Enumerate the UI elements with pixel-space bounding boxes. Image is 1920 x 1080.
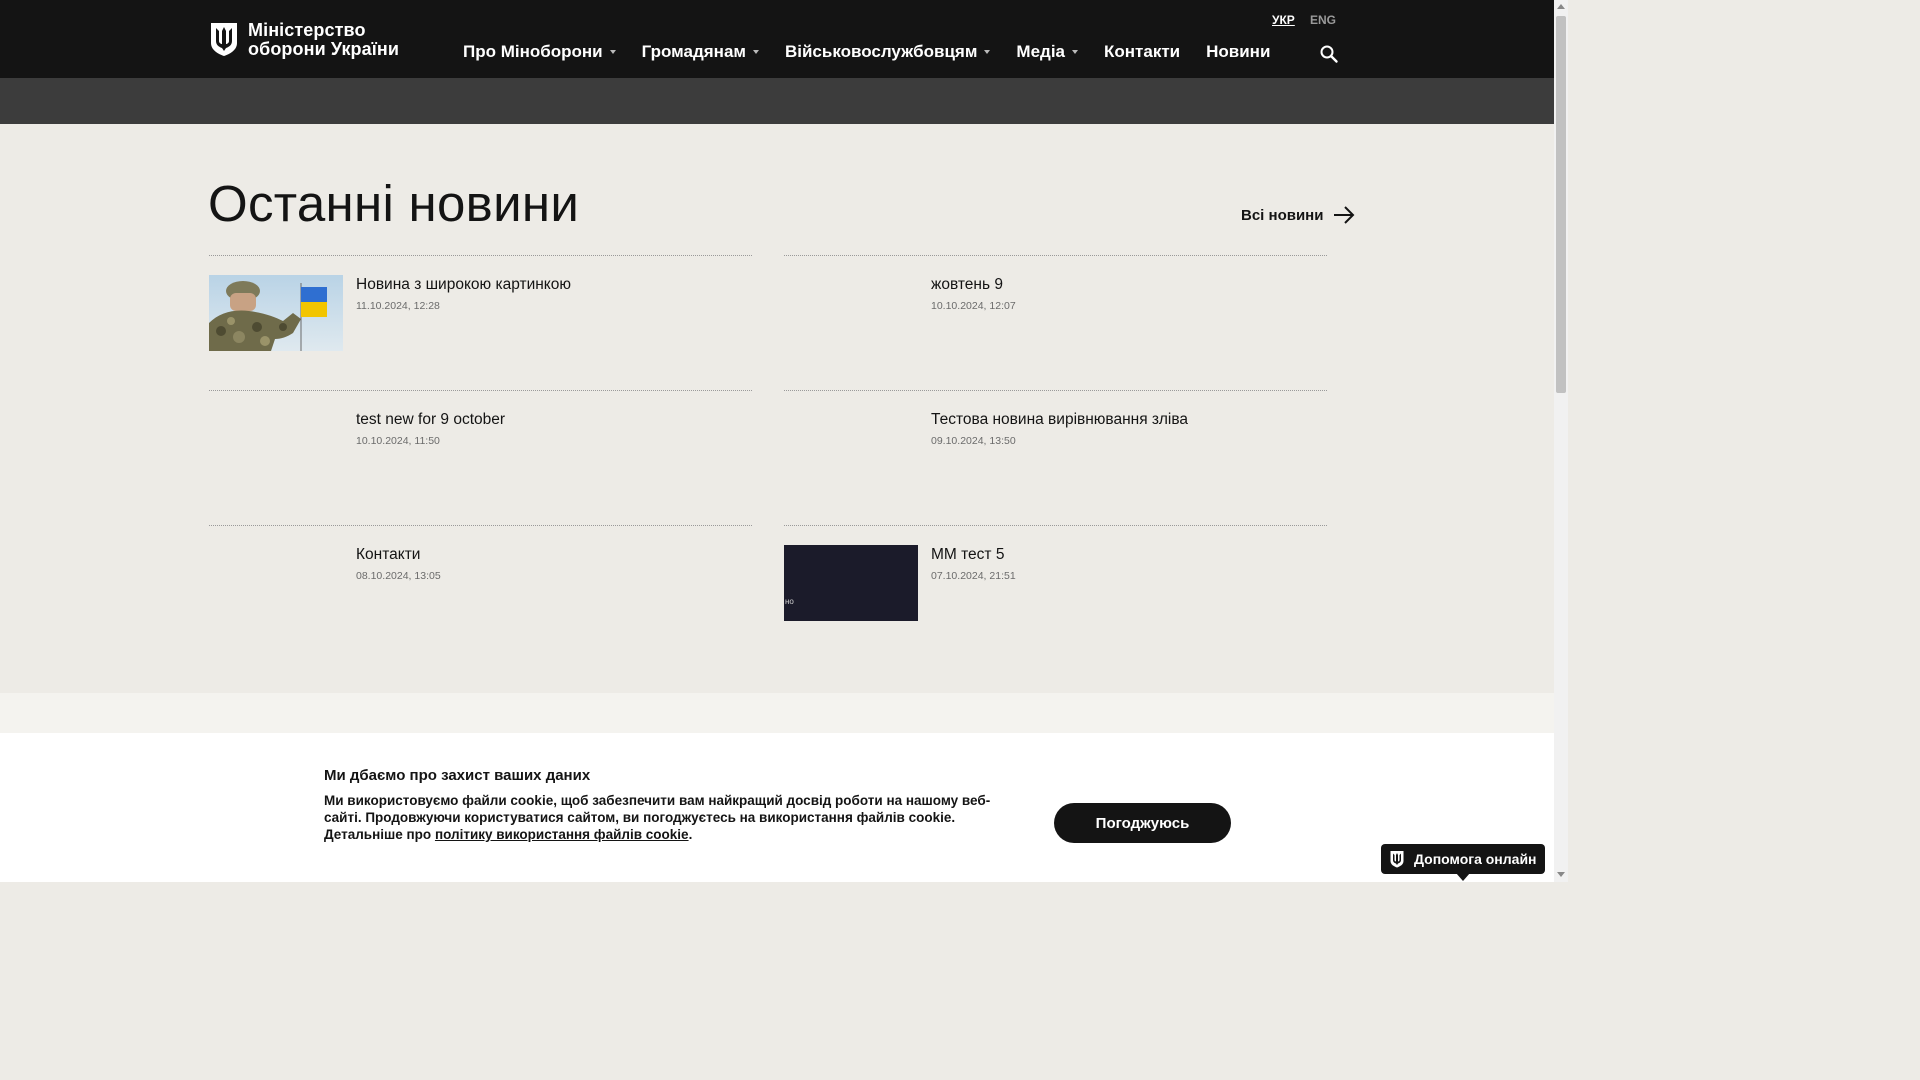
news-title[interactable]: ММ тест 5 (931, 546, 1004, 564)
lang-ukr-link[interactable]: УКР (1272, 13, 1295, 27)
help-online-label: Допомога онлайн (1414, 851, 1537, 867)
news-title[interactable]: Контакти (356, 546, 420, 564)
news-thumbnail[interactable]: но (784, 545, 918, 621)
scroll-up-arrow-icon[interactable] (1557, 4, 1565, 9)
nav-item-label: Медіа (1016, 42, 1066, 61)
agree-button[interactable]: Погоджуюсь (1054, 803, 1231, 843)
scrollbar-thumb[interactable] (1556, 16, 1566, 393)
nav-item-citizens[interactable]: Громадянам (642, 42, 759, 62)
caret-down-icon (609, 50, 616, 54)
sub-navigation-bar (0, 78, 1554, 124)
caret-down-icon (1072, 50, 1079, 54)
nav-item-about[interactable]: Про Міноборони (463, 42, 616, 62)
caret-down-icon (984, 50, 991, 54)
news-title[interactable]: жовтень 9 (931, 276, 1003, 294)
page-scrollbar[interactable] (1554, 0, 1568, 882)
trident-emblem-icon (211, 23, 237, 56)
nav-item-media[interactable]: Медіа (1016, 42, 1079, 62)
news-date: 10.10.2024, 11:50 (356, 435, 440, 447)
lower-section-band (0, 693, 1554, 733)
news-item[interactable]: жовтень 9 10.10.2024, 12:07 (784, 255, 1327, 390)
search-button[interactable] (1319, 44, 1339, 64)
lang-eng-link[interactable]: ENG (1310, 13, 1336, 27)
section-title: Останні новини (208, 175, 580, 232)
nav-item-label: Військовослужбовцям (784, 42, 978, 61)
logo-line-2: оборони України (248, 39, 400, 59)
arrow-right-icon (1334, 206, 1355, 224)
logo-line-1: Міністерство (248, 20, 366, 40)
all-news-link[interactable]: Всі новини (1241, 204, 1355, 226)
nav-item-label: Про Міноборони (463, 42, 603, 61)
news-title[interactable]: test new for 9 october (356, 411, 505, 429)
cookie-text: Ми використовуємо файли cookie, щоб забе… (324, 792, 1024, 843)
ministry-logo[interactable]: Міністерство оборони України (209, 21, 399, 59)
all-news-label: Всі новини (1241, 206, 1324, 224)
nav-item-servicemen[interactable]: Військовослужбовцям (784, 42, 991, 62)
main-nav: Про Міноборони Громадянам Військовослужб… (463, 42, 1296, 62)
news-item[interactable]: но ММ тест 5 07.10.2024, 21:51 (784, 525, 1327, 660)
logo-text: Міністерство оборони України (248, 21, 399, 59)
nav-item-label: Новини (1206, 42, 1271, 61)
news-title[interactable]: Тестова новина вирівнювання зліва (931, 411, 1188, 429)
news-item[interactable]: Контакти 08.10.2024, 13:05 (209, 525, 752, 660)
news-date: 11.10.2024, 12:28 (356, 300, 440, 312)
cookie-policy-link[interactable]: політику використання файлів cookie (435, 827, 689, 842)
news-item[interactable]: Тестова новина вирівнювання зліва 09.10.… (784, 390, 1327, 525)
nav-item-label: Громадянам (641, 42, 746, 61)
news-date: 07.10.2024, 21:51 (931, 570, 1016, 582)
soldier-salute-image (209, 275, 343, 351)
nav-item-label: Контакти (1104, 42, 1181, 61)
search-icon (1320, 45, 1338, 63)
news-thumbnail[interactable] (209, 275, 343, 351)
thumbnail-caption: но (785, 597, 794, 606)
trident-emblem-icon (1390, 851, 1404, 868)
cookie-banner: Ми дбаємо про захист ваших даних Ми вико… (0, 733, 1554, 882)
scroll-down-arrow-icon[interactable] (1557, 872, 1565, 877)
news-date: 10.10.2024, 12:07 (931, 300, 1016, 312)
news-date: 09.10.2024, 13:50 (931, 435, 1016, 447)
latest-news-section: Останні новини Всі новини Новина з широк… (0, 124, 1554, 693)
news-title[interactable]: Новина з широкою картинкою (356, 276, 571, 294)
nav-item-contacts[interactable]: Контакти (1104, 42, 1180, 62)
nav-item-news[interactable]: Новини (1206, 42, 1270, 62)
help-bubble-tail (1456, 873, 1470, 881)
site-header: Міністерство оборони України УКР ENG Про… (0, 0, 1554, 78)
news-item[interactable]: test new for 9 october 10.10.2024, 11:50 (209, 390, 752, 525)
cookie-title: Ми дбаємо про захист ваших даних (324, 767, 591, 784)
caret-down-icon (752, 50, 759, 54)
news-item[interactable]: Новина з широкою картинкою 11.10.2024, 1… (209, 255, 752, 390)
help-online-button[interactable]: Допомога онлайн (1381, 844, 1545, 874)
cookie-text-end: . (688, 827, 693, 842)
news-date: 08.10.2024, 13:05 (356, 570, 441, 582)
